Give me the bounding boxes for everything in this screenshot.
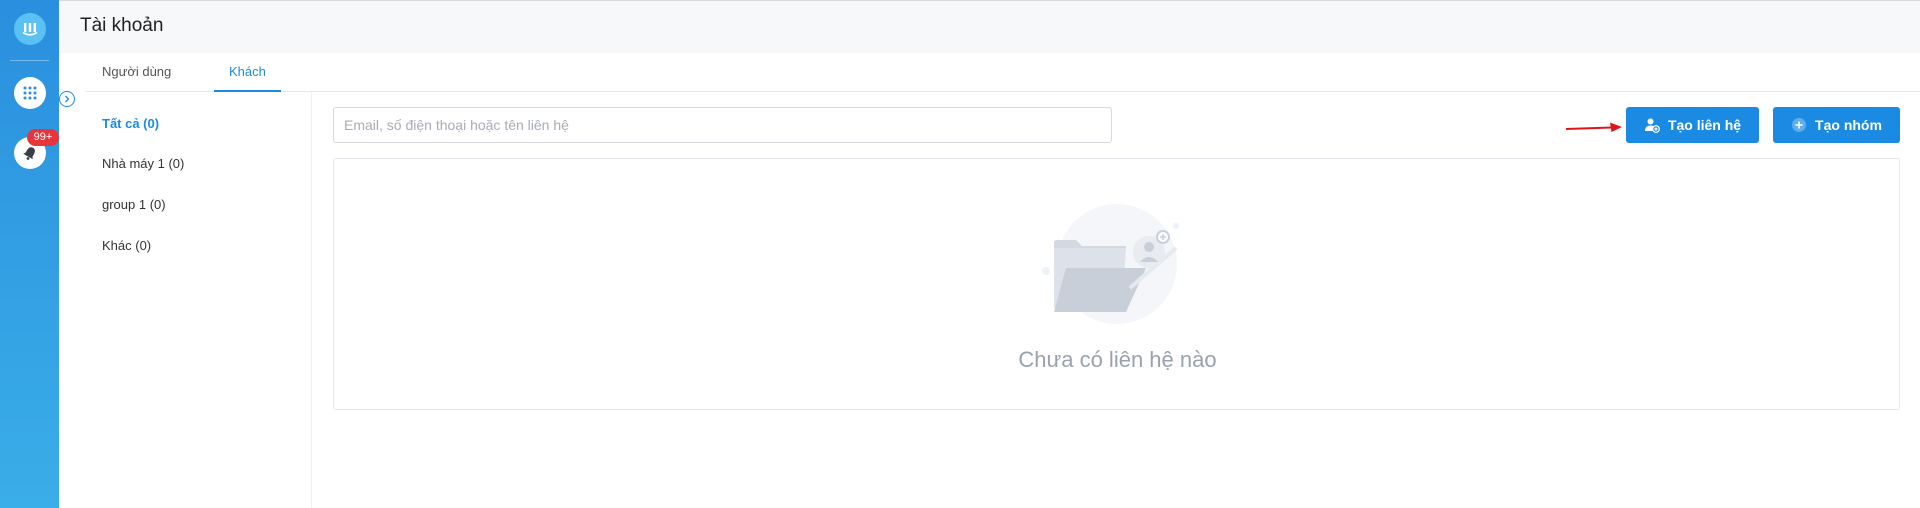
create-contact-button[interactable]: Tạo liên hệ	[1626, 107, 1759, 143]
group-item-group-1[interactable]: group 1 (0)	[102, 197, 166, 212]
add-user-icon	[1644, 118, 1660, 133]
contact-search-input[interactable]	[333, 107, 1112, 143]
empty-state-message: Chưa có liên hệ nào	[1018, 347, 1217, 372]
tab-users[interactable]: Người dùng	[102, 54, 171, 92]
tab-guests[interactable]: Khách	[214, 54, 281, 92]
contact-groups-list: Tất cả (0) Nhà máy 1 (0) group 1 (0) Khá…	[86, 92, 312, 508]
group-item-other[interactable]: Khác (0)	[102, 238, 151, 253]
rail-divider	[10, 60, 49, 61]
account-tabs: Người dùng Khách	[86, 54, 1920, 92]
app-logo-icon[interactable]	[14, 13, 46, 45]
create-contact-label: Tạo liên hệ	[1667, 117, 1742, 133]
notification-badge: 99+	[27, 129, 59, 146]
create-group-button[interactable]: Tạo nhóm	[1773, 107, 1900, 143]
apps-grid-icon[interactable]	[14, 77, 46, 109]
plus-circle-icon	[1792, 118, 1807, 132]
annotation-arrow-icon	[1566, 122, 1622, 132]
contacts-empty-state: Chưa có liên hệ nào	[333, 158, 1900, 410]
empty-folder-illustration-icon	[1042, 204, 1179, 324]
app-sidebar: 99+	[0, 0, 59, 508]
group-item-factory-1[interactable]: Nhà máy 1 (0)	[102, 156, 184, 171]
page-header: Tài khoản	[59, 0, 1920, 53]
group-item-all[interactable]: Tất cả (0)	[102, 116, 159, 131]
page-title: Tài khoản	[80, 15, 164, 36]
create-group-label: Tạo nhóm	[1815, 117, 1882, 133]
sidebar-expand-icon[interactable]	[59, 91, 75, 107]
